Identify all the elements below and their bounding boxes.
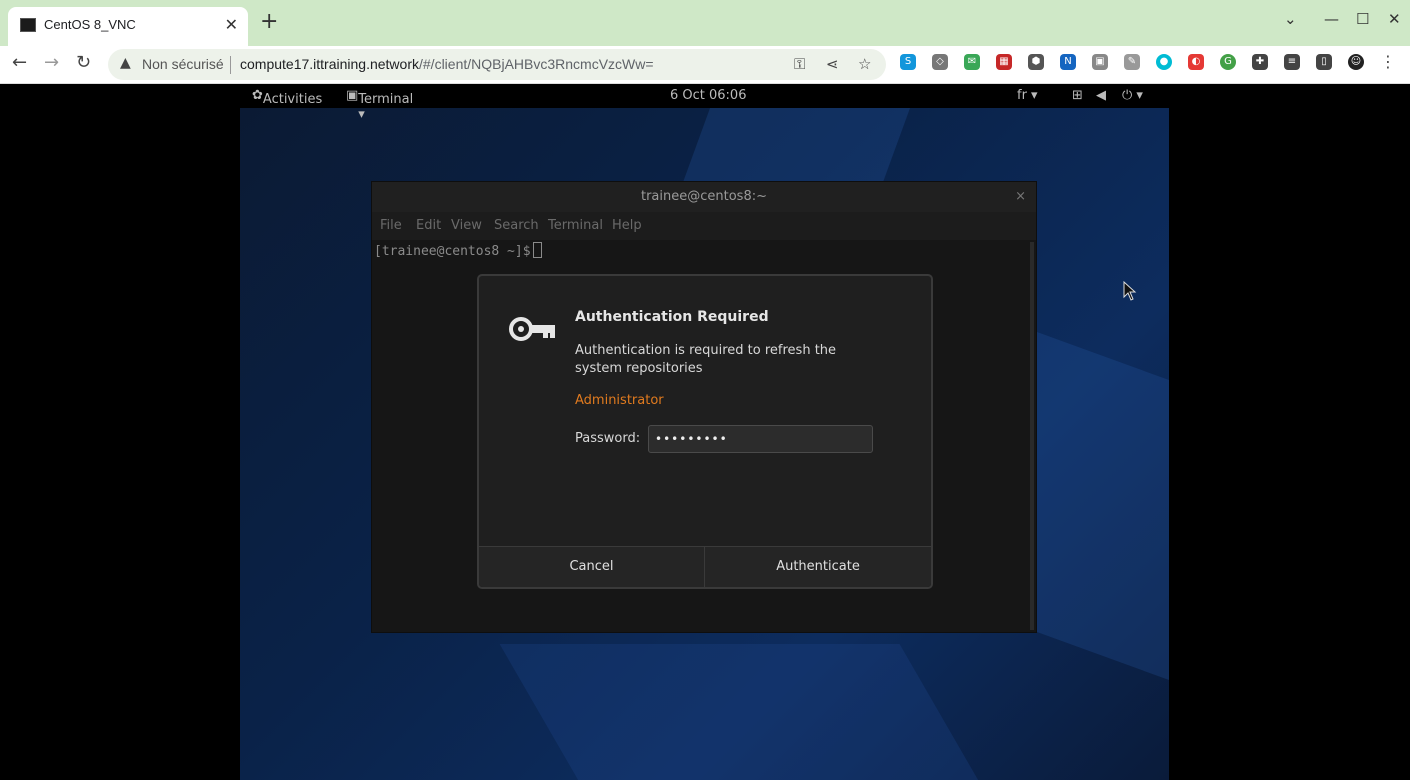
share-icon[interactable]: ⋖: [826, 55, 839, 73]
url-text[interactable]: compute17.ittraining.network/#/client/NQ…: [240, 56, 654, 72]
authenticate-button[interactable]: Authenticate: [705, 547, 931, 587]
power-icon[interactable]: ⏻ ▾: [1122, 88, 1143, 103]
network-icon[interactable]: ⊞: [1072, 88, 1083, 103]
dialog-button-row: Cancel Authenticate: [479, 546, 931, 587]
menu-search[interactable]: Search: [494, 218, 539, 233]
minimize-icon[interactable]: —: [1324, 10, 1339, 28]
url-host: compute17.ittraining.network: [240, 56, 419, 72]
extension-icon[interactable]: ▣: [1092, 54, 1108, 70]
warning-icon[interactable]: ▲: [120, 55, 131, 71]
tab-close-icon[interactable]: ✕: [225, 15, 238, 34]
clock[interactable]: 6 Oct 06:06: [670, 88, 746, 103]
close-window-icon[interactable]: ✕: [1388, 10, 1401, 28]
extension-icon[interactable]: ●: [1156, 54, 1172, 70]
side-panel-icon[interactable]: ▯: [1316, 54, 1332, 70]
reload-icon[interactable]: ↻: [76, 52, 91, 73]
maximize-icon[interactable]: ☐: [1356, 10, 1369, 28]
extensions-puzzle-icon[interactable]: ✚: [1252, 54, 1268, 70]
new-tab-button[interactable]: +: [260, 10, 278, 34]
terminal-cursor: [532, 242, 542, 258]
terminal-scrollbar[interactable]: [1030, 242, 1034, 630]
extension-icon[interactable]: ✉: [964, 54, 980, 70]
extension-icon[interactable]: ✎: [1124, 54, 1140, 70]
app-menu-label: Terminal ▾: [358, 92, 414, 122]
cancel-button[interactable]: Cancel: [479, 547, 705, 587]
more-menu-icon[interactable]: ⋮: [1380, 54, 1396, 70]
extension-icon[interactable]: ◐: [1188, 54, 1204, 70]
url-path: /#/client/NQBjAHBvc3RncmcVzcWw=: [419, 56, 654, 72]
extension-icon[interactable]: N: [1060, 54, 1076, 70]
activities-button[interactable]: ✿ Activities: [252, 88, 322, 107]
extension-icon[interactable]: ⬢: [1028, 54, 1044, 70]
tab-title: CentOS 8_VNC: [44, 17, 136, 32]
bookmark-star-icon[interactable]: ☆: [858, 55, 871, 73]
forward-icon[interactable]: →: [44, 52, 59, 73]
tab-search-chevron-icon[interactable]: ⌄: [1284, 10, 1297, 28]
app-menu[interactable]: ▣ Terminal ▾: [346, 88, 413, 122]
password-label: Password:: [575, 431, 641, 446]
menu-view[interactable]: View: [451, 218, 482, 233]
gnome-top-bar: ✿ Activities ▣ Terminal ▾ 6 Oct 06:06 fr…: [240, 84, 1169, 122]
volume-icon[interactable]: ◀: [1096, 88, 1106, 103]
profile-avatar[interactable]: ☺: [1348, 54, 1364, 70]
menu-terminal[interactable]: Terminal: [548, 218, 603, 233]
terminal-title: trainee@centos8:~: [372, 182, 1036, 212]
terminal-prompt[interactable]: [trainee@centos8 ~]$: [374, 242, 542, 259]
extension-icon[interactable]: ▦: [996, 54, 1012, 70]
insecure-label[interactable]: Non sécurisé: [142, 56, 224, 72]
extension-icon[interactable]: G: [1220, 54, 1236, 70]
terminal-menubar: File Edit View Search Terminal Help: [372, 212, 1036, 240]
key-icon: [509, 317, 555, 341]
password-field[interactable]: [648, 425, 873, 453]
menu-file[interactable]: File: [380, 218, 402, 233]
menu-help[interactable]: Help: [612, 218, 642, 233]
extension-icon[interactable]: ◇: [932, 54, 948, 70]
skype-extension-icon[interactable]: S: [900, 54, 916, 70]
dialog-title: Authentication Required: [575, 309, 769, 325]
browser-tab[interactable]: CentOS 8_VNC ✕: [8, 7, 248, 46]
mouse-pointer-icon: [1123, 281, 1137, 301]
address-separator: [230, 56, 231, 74]
back-icon[interactable]: ←: [12, 52, 27, 73]
key-icon[interactable]: ⚿: [794, 55, 805, 73]
terminal-close-icon[interactable]: ×: [1015, 189, 1026, 204]
auth-dialog: Authentication Required Authentication i…: [477, 274, 933, 589]
keyboard-layout[interactable]: fr ▾: [1017, 88, 1038, 103]
tab-strip: CentOS 8_VNC ✕ + ⌄ — ☐ ✕: [0, 0, 1410, 46]
user-name[interactable]: Administrator: [575, 393, 664, 408]
tab-favicon-icon: [20, 18, 36, 32]
prompt-text: [trainee@centos8 ~]$: [374, 244, 531, 259]
address-bar[interactable]: ▲ Non sécurisé compute17.ittraining.netw…: [108, 49, 886, 80]
menu-edit[interactable]: Edit: [416, 218, 441, 233]
wallpaper-shape: [499, 644, 981, 780]
activities-label: Activities: [262, 92, 323, 107]
media-control-icon[interactable]: ≡: [1284, 54, 1300, 70]
dialog-message: Authentication is required to refresh th…: [575, 343, 837, 376]
